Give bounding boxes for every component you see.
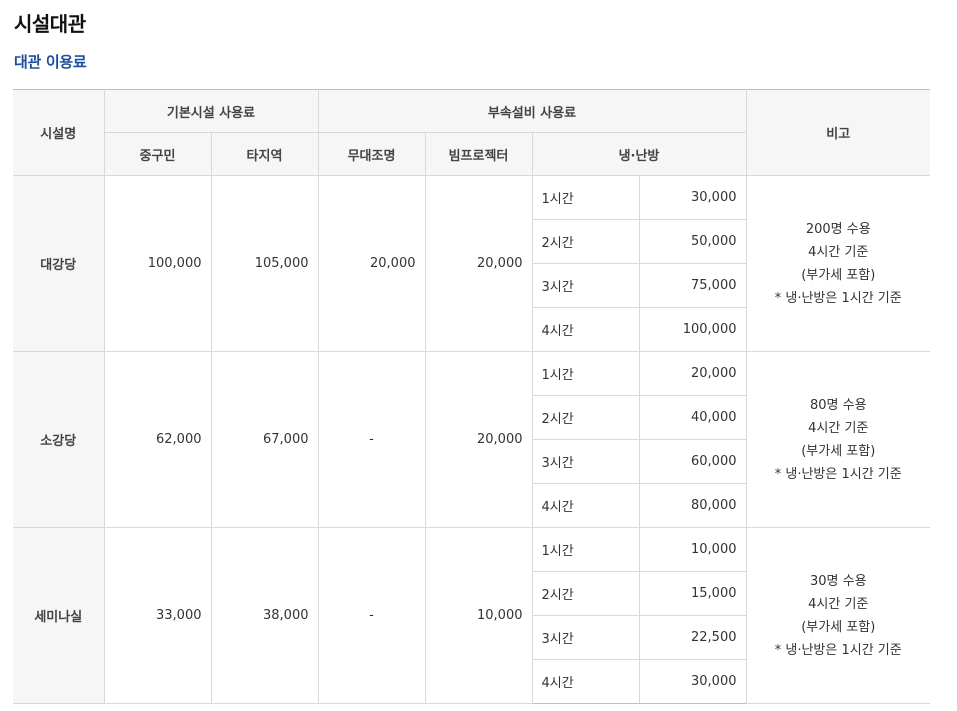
remarks-line: 4시간 기준 — [808, 244, 869, 260]
hvac-hours: 2시간 — [532, 219, 640, 264]
remarks-line: 30명 수용 — [809, 573, 867, 589]
hvac-fee: 40,000 — [638, 395, 746, 440]
hvac-fee: 50,000 — [638, 219, 746, 264]
hvac-fee: 10,000 — [638, 527, 747, 572]
rental-fee-table: 시설명 기본시설 사용료 부속설비 사용료 비고 중구민 타지역 무대조명 빔프… — [13, 89, 930, 704]
others-fee: 38,000 — [210, 527, 319, 704]
hvac-fee: 15,000 — [638, 571, 746, 616]
hvac-hours: 2시간 — [532, 571, 640, 616]
hvac-hours: 3시간 — [532, 439, 640, 484]
remarks-line: * 냉·난방은 1시간 기준 — [774, 466, 902, 482]
remarks-line: 200명 수용 — [805, 221, 871, 237]
table-row: 소강당 62,000 67,000-20,000 1시간 20,000 80명 수용 4시간… — [13, 351, 930, 528]
remarks-line: 4시간 기준 — [808, 596, 869, 612]
hvac-fee: 80,000 — [638, 483, 746, 528]
stage-lighting-fee: 20,000 — [317, 175, 426, 352]
header-others: 타지역 — [210, 132, 319, 176]
facility-name: 대강당 — [13, 175, 105, 352]
hvac-hours: 2시간 — [532, 395, 640, 440]
remarks-cell: 80명 수용 4시간 기준 (부가세 포함) * 냉·난방은 1시간 기준 — [745, 351, 930, 528]
header-remarks: 비고 — [745, 89, 930, 176]
header-stage-lighting: 무대조명 — [317, 132, 426, 176]
hvac-hours: 4시간 — [532, 659, 640, 704]
residents-fee: 62,000 — [103, 351, 212, 528]
others-fee: 105,000 — [210, 175, 319, 352]
stage-lighting-fee: - — [317, 527, 426, 704]
hvac-fee: 60,000 — [638, 439, 746, 484]
remarks-line: (부가세 포함) — [801, 267, 876, 283]
hvac-fee: 22,500 — [638, 615, 746, 660]
hvac-hours: 3시간 — [532, 263, 640, 308]
projector-fee: 10,000 — [424, 527, 533, 704]
facility-name: 소강당 — [13, 351, 105, 528]
header-hvac: 냉·난방 — [531, 132, 746, 176]
residents-fee: 33,000 — [103, 527, 212, 704]
hvac-fee: 75,000 — [638, 263, 746, 308]
hvac-hours: 1시간 — [531, 175, 640, 220]
remarks-line: * 냉·난방은 1시간 기준 — [774, 642, 902, 658]
header-projector: 빔프로젝터 — [424, 132, 533, 176]
remarks-cell: 30명 수용 4시간 기준 (부가세 포함) * 냉·난방은 1시간 기준 — [745, 527, 930, 704]
projector-fee: 20,000 — [424, 351, 533, 528]
remarks-cell: 200명 수용 4시간 기준 (부가세 포함) * 냉·난방은 1시간 기준 — [745, 175, 930, 352]
residents-fee: 100,000 — [103, 175, 212, 352]
header-row-1: 시설명 기본시설 사용료 부속설비 사용료 비고 — [13, 89, 930, 176]
hvac-fee: 30,000 — [638, 659, 746, 704]
stage-lighting-fee: - — [317, 351, 426, 528]
hvac-hours: 4시간 — [532, 483, 640, 528]
remarks-line: 80명 수용 — [809, 397, 867, 413]
header-equipment-fee: 부속설비 사용료 — [317, 89, 747, 133]
hvac-fee: 30,000 — [638, 175, 747, 220]
hvac-hours: 1시간 — [531, 351, 640, 396]
hvac-hours: 4시간 — [532, 307, 640, 352]
others-fee: 67,000 — [210, 351, 319, 528]
facility-name: 세미나실 — [13, 527, 105, 704]
section-subtitle: 대관 이용료 — [14, 53, 87, 71]
header-residents: 중구민 — [104, 132, 212, 176]
header-basic-fee: 기본시설 사용료 — [103, 89, 319, 133]
remarks-line: (부가세 포함) — [801, 443, 876, 459]
table-row: 세미나실 33,000 38,000-10,000 1시간 10,000 30명 수용 4시… — [13, 527, 930, 704]
header-facility: 시설명 — [13, 89, 105, 176]
projector-fee: 20,000 — [424, 175, 533, 352]
table-row: 대강당 100,000 105,000 20,000 20,000 1시간 30,000 20… — [13, 175, 930, 352]
hvac-hours: 3시간 — [532, 615, 640, 660]
remarks-line: (부가세 포함) — [801, 619, 876, 635]
hvac-hours: 1시간 — [531, 527, 640, 572]
hvac-fee: 20,000 — [638, 351, 747, 396]
page-title: 시설대관 — [14, 12, 86, 36]
hvac-fee: 100,000 — [638, 307, 746, 352]
remarks-line: 4시간 기준 — [808, 420, 869, 436]
remarks-line: * 냉·난방은 1시간 기준 — [774, 290, 902, 306]
